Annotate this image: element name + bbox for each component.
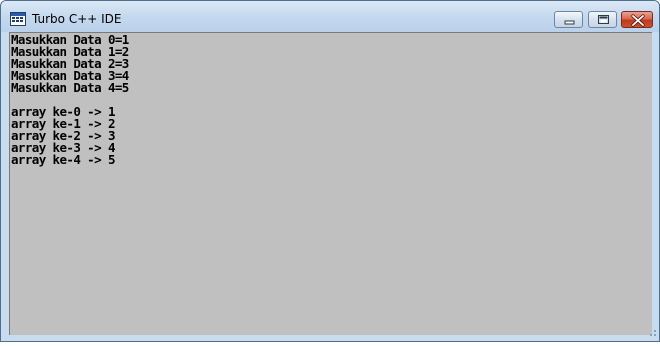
title-bar[interactable]: Turbo C++ IDE (1, 1, 659, 32)
console-window: Turbo C++ IDE Masukkan Data 0=1 Masukkan… (0, 0, 660, 342)
console-output-area[interactable]: Masukkan Data 0=1 Masukkan Data 1=2 Masu… (9, 32, 652, 335)
console-line: Masukkan Data 4=5 (11, 80, 129, 95)
minimize-icon (564, 20, 575, 25)
window-title: Turbo C++ IDE (32, 12, 122, 26)
resize-grip-icon[interactable] (645, 321, 659, 341)
minimize-button[interactable] (554, 11, 583, 28)
close-icon (631, 14, 645, 27)
console-app-icon[interactable] (10, 11, 26, 27)
maximize-button[interactable] (588, 11, 617, 28)
close-button[interactable] (621, 11, 653, 28)
maximize-icon (598, 15, 609, 24)
console-line: array ke-4 -> 5 (11, 152, 115, 167)
